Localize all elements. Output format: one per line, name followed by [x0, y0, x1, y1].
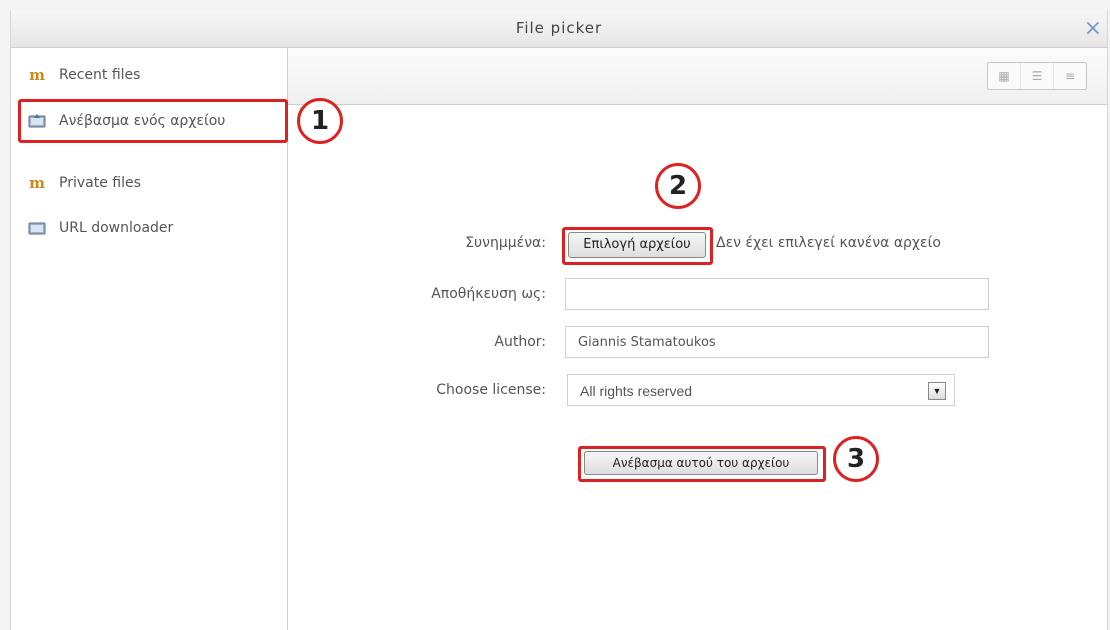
upload-icon [27, 112, 47, 130]
save-as-input[interactable] [565, 278, 989, 310]
view-switcher: ▦ ☰ ≡ [987, 62, 1087, 90]
attachment-label: Συνημμένα: [465, 235, 546, 251]
sidebar-item-label: URL downloader [59, 220, 174, 236]
license-label: Choose license: [436, 382, 546, 398]
repository-sidebar: m Recent files Ανέβασμα ενός αρχείου m P… [11, 48, 288, 630]
download-icon [27, 219, 47, 237]
save-as-label: Αποθήκευση ως: [431, 286, 546, 302]
license-select[interactable]: All rights reserved ▼ [567, 374, 955, 406]
list-view-icon[interactable]: ☰ [1020, 63, 1053, 89]
sidebar-item-label: Recent files [59, 67, 141, 83]
sidebar-item-upload-file[interactable]: Ανέβασμα ενός αρχείου [18, 99, 288, 143]
sidebar-item-private-files[interactable]: m Private files [21, 166, 277, 200]
callout-3: 3 [833, 436, 879, 482]
callout-1: 1 [297, 98, 343, 144]
author-input[interactable]: Giannis Stamatoukos [565, 326, 989, 358]
file-picker-dialog: File picker × m Recent files Ανέβασμα εν… [10, 10, 1108, 630]
dialog-title: File picker [515, 19, 603, 37]
moodle-icon: m [29, 66, 45, 84]
sidebar-item-label: Ανέβασμα ενός αρχείου [59, 113, 226, 129]
author-label: Author: [494, 334, 546, 350]
callout-2: 2 [655, 163, 701, 209]
sidebar-item-recent-files[interactable]: m Recent files [21, 58, 277, 92]
tree-view-icon[interactable]: ≡ [1053, 63, 1086, 89]
picker-toolbar: ▦ ☰ ≡ [288, 48, 1107, 105]
moodle-icon: m [29, 174, 45, 192]
chevron-down-icon[interactable]: ▼ [928, 382, 946, 400]
sidebar-item-label: Private files [59, 175, 141, 191]
dialog-titlebar: File picker × [11, 10, 1107, 48]
no-file-chosen-text: Δεν έχει επιλεγεί κανένα αρχείο [716, 235, 941, 251]
upload-this-file-button[interactable]: Ανέβασμα αυτού του αρχείου [584, 451, 818, 475]
choose-file-button[interactable]: Επιλογή αρχείου [568, 232, 706, 258]
icons-view-icon[interactable]: ▦ [988, 63, 1020, 89]
close-icon[interactable]: × [1084, 10, 1103, 47]
sidebar-item-url-downloader[interactable]: URL downloader [21, 211, 277, 245]
license-selected-value: All rights reserved [580, 383, 693, 399]
